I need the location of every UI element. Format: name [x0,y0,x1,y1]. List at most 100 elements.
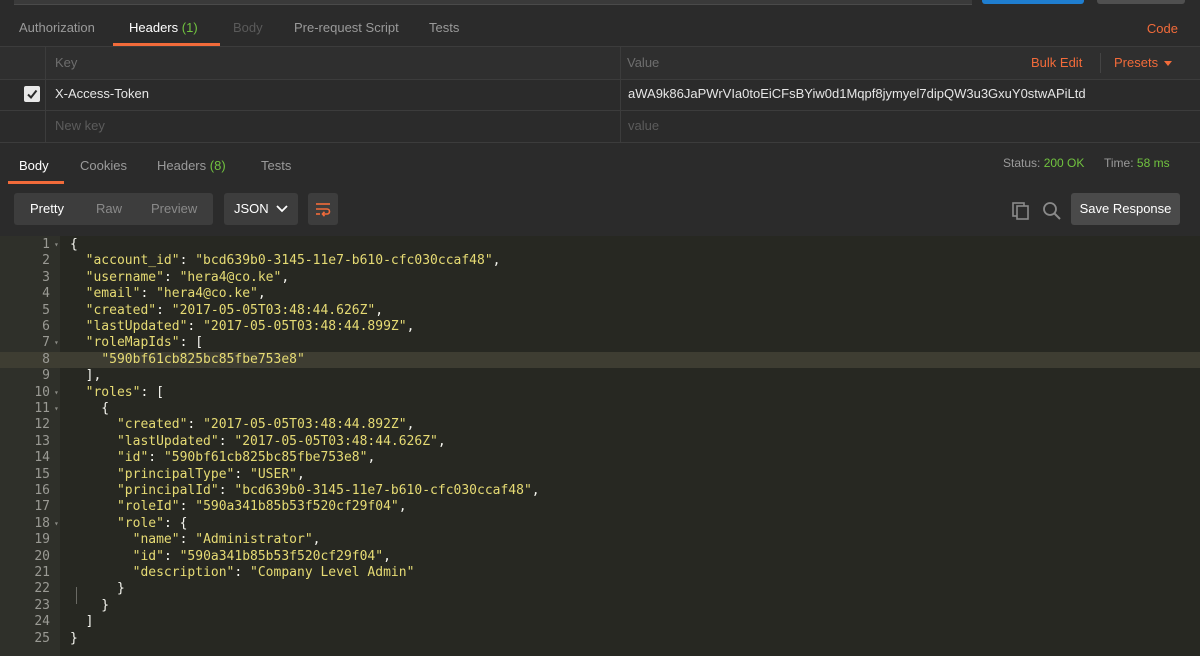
code-link[interactable]: Code [1147,10,1178,46]
header-row: X-Access-Token aWA9k86JaPWrVIa0toEiCFsBY… [0,78,1200,111]
tab-body[interactable]: Body [233,10,263,46]
view-raw[interactable]: Raw [96,193,122,225]
column-divider [45,110,46,142]
code-text: "name": "Administrator", [132,532,321,548]
tab-cookies[interactable]: Cookies [80,148,127,184]
code-text: "created": "2017-05-05T03:48:44.892Z", [116,417,415,433]
header-enabled-checkbox[interactable] [24,86,40,102]
tab-response-tests[interactable]: Tests [261,148,291,184]
tab-label: Body [19,158,49,173]
tab-headers[interactable]: Headers (1) [129,10,198,46]
code-line: 23 } [0,598,1200,614]
response-body-editor[interactable]: 1 ▾ {2 "account_id": "bcd639b0-3145-11e7-b… [0,236,1200,656]
line-number: 3 [42,269,50,285]
code-line: 16 "principalId": "bcd639b0-3145-11e7-b6… [0,483,1200,499]
line-number: 6 [42,319,50,334]
new-key-input[interactable]: New key [55,110,105,142]
send-button-edge[interactable] [982,0,1084,4]
line-number: 11 [34,401,50,416]
code-line: 22 } [0,581,1200,597]
column-divider [620,47,621,79]
tab-label: Tests [429,20,460,35]
tab-label: Headers [157,158,207,173]
time-readout: Time: 58 ms [1104,148,1170,178]
headers-table: Key Value Bulk Edit Presets X-Access-Tok… [0,46,1200,143]
status-readout: Status: 200 OK [1003,148,1084,178]
line-number: 18 [34,515,50,531]
response-tabs: Body Cookies Headers (8) Tests Status: 2… [0,148,1200,184]
status-value: 200 OK [1043,156,1085,170]
bulk-edit-link[interactable]: Bulk Edit [1031,47,1082,79]
tab-label: Authorization [19,20,95,35]
line-number: 16 [34,483,50,498]
code-line: 21 "description": "Company Level Admin" [0,565,1200,581]
code-text: "principalType": "USER", [116,466,305,482]
tab-authorization[interactable]: Authorization [19,10,95,46]
search-icon[interactable] [1042,201,1062,221]
tab-tests[interactable]: Tests [429,10,459,46]
code-text: "account_id": "bcd639b0-3145-11e7-b610-c… [85,253,501,269]
code-line: 9 ], [0,368,1200,384]
fold-arrow-icon[interactable]: ▾ [54,385,59,401]
code-text: "roles": [ [85,384,164,400]
format-dropdown[interactable]: JSON [224,193,298,225]
code-text: "id": "590a341b85b53f520cf29f04", [132,548,391,564]
check-icon [27,89,38,100]
line-number: 23 [34,597,50,613]
code-line: 14 "id": "590bf61cb825bc85fbe753e8", [0,450,1200,466]
tab-label: Body [233,20,263,35]
code-line: 13 "lastUpdated": "2017-05-05T03:48:44.6… [0,434,1200,450]
line-number: 1 [42,237,50,252]
code-text: } [70,630,78,646]
tab-count: (8) [209,158,226,173]
code-text: "590bf61cb825bc85fbe753e8" [101,351,305,367]
view-preview[interactable]: Preview [151,193,197,225]
code-line: 19 "name": "Administrator", [0,532,1200,548]
code-line: 1 ▾ { [0,237,1200,253]
code-line: 15 "principalType": "USER", [0,467,1200,483]
fold-arrow-icon[interactable]: ▾ [54,335,59,351]
tab-label: Tests [261,158,292,173]
save-response-button[interactable]: Save Response [1071,193,1180,225]
time-label: Time: [1104,156,1134,170]
new-value-input[interactable]: value [628,110,659,142]
header-key-field[interactable]: X-Access-Token [55,78,149,110]
code-text: "lastUpdated": "2017-05-05T03:48:44.626Z… [116,433,446,449]
fold-arrow-icon[interactable]: ▾ [54,516,59,532]
code-line: 12 "created": "2017-05-05T03:48:44.892Z"… [0,417,1200,433]
line-number: 10 [34,384,50,400]
top-strip [0,0,1200,8]
copy-icon[interactable] [1011,201,1031,221]
code-line: 17 "roleId": "590a341b85b53f520cf29f04", [0,499,1200,515]
save-button-edge[interactable] [1097,0,1185,4]
line-number: 9 [42,368,50,384]
fold-arrow-icon[interactable]: ▾ [54,237,59,253]
tab-pre-request-script[interactable]: Pre-request Script [294,10,399,46]
tab-label: Cookies [80,158,127,173]
wrap-lines-button[interactable] [308,193,338,225]
line-number: 22 [34,581,50,597]
line-number: 14 [34,450,50,466]
url-bar-edge[interactable] [14,0,972,5]
new-header-row: New key value [0,110,1200,143]
divider [1100,53,1101,73]
value-column-header: Value [627,55,660,70]
line-number: 24 [34,614,50,630]
tab-response-body[interactable]: Body [19,148,49,184]
line-number: 15 [34,466,50,482]
response-toolbar: Pretty Raw Preview JSON Save Response [0,193,1200,227]
header-value-field[interactable]: aWA9k86JaPWrVIa0toEiCFsBYiw0d1Mqpf8jymye… [628,78,1086,110]
fold-arrow-icon[interactable]: ▾ [54,401,59,417]
line-number: 4 [42,286,50,302]
line-number: 19 [34,532,50,548]
presets-dropdown[interactable]: Presets [1114,47,1173,79]
line-number: 5 [42,302,50,318]
status-label: Status: [1003,156,1041,170]
view-pretty[interactable]: Pretty [30,193,64,225]
column-divider [45,47,46,79]
code-line: 24 ] [0,614,1200,630]
code-line: 4 "email": "hera4@co.ke", [0,286,1200,302]
tab-label: Headers [129,20,179,35]
code-text: "created": "2017-05-05T03:48:44.626Z", [85,302,384,318]
tab-response-headers[interactable]: Headers (8) [157,148,226,184]
